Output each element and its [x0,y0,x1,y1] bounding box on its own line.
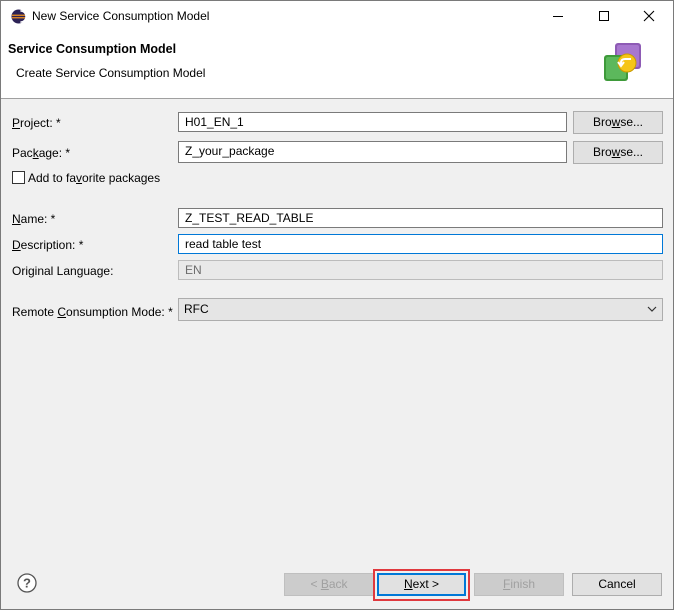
page-title: Service Consumption Model [8,42,177,56]
package-browse-button[interactable]: Browse... [573,141,663,164]
eclipse-icon [11,9,26,24]
name-label: Name: * [12,212,56,226]
original-language-field: EN [178,260,663,280]
title-bar: New Service Consumption Model [1,1,673,32]
dialog-window: New Service Consumption Model Service Co… [0,0,674,610]
project-label: Project: * [12,116,61,130]
window-title: New Service Consumption Model [32,9,210,23]
name-field[interactable]: Z_TEST_READ_TABLE [178,208,663,228]
original-language-label: Original Language: [12,264,114,278]
finish-button[interactable]: Finish [474,573,564,596]
package-label: Package: * [12,146,71,160]
remote-consumption-mode-value: RFC [184,302,209,316]
favorite-packages-checkbox[interactable] [12,171,25,184]
package-field[interactable]: Z_your_package [178,141,567,163]
minimize-button[interactable] [536,1,582,32]
close-icon [643,10,655,22]
wizard-banner: Service Consumption Model Create Service… [1,32,673,99]
back-button[interactable]: < Back [284,573,374,596]
maximize-button[interactable] [582,1,628,32]
svg-text:?: ? [23,576,31,591]
page-subtitle: Create Service Consumption Model [16,66,206,80]
minimize-icon [553,16,563,17]
next-button[interactable]: Next > [377,573,466,596]
project-field[interactable]: H01_EN_1 [178,112,567,132]
maximize-icon [599,11,609,21]
remote-consumption-mode-label: Remote Consumption Mode: * [12,305,173,319]
favorite-packages-label[interactable]: Add to favorite packages [28,171,160,185]
description-label: Description: * [12,238,84,252]
service-consumption-model-icon [604,43,641,81]
close-button[interactable] [627,1,673,32]
description-field[interactable]: read table test [178,234,663,254]
project-browse-button[interactable]: Browse... [573,111,663,134]
remote-consumption-mode-select[interactable]: RFC [178,298,663,321]
chevron-down-icon [647,306,657,312]
cancel-button[interactable]: Cancel [572,573,662,596]
help-icon[interactable]: ? [17,573,37,593]
